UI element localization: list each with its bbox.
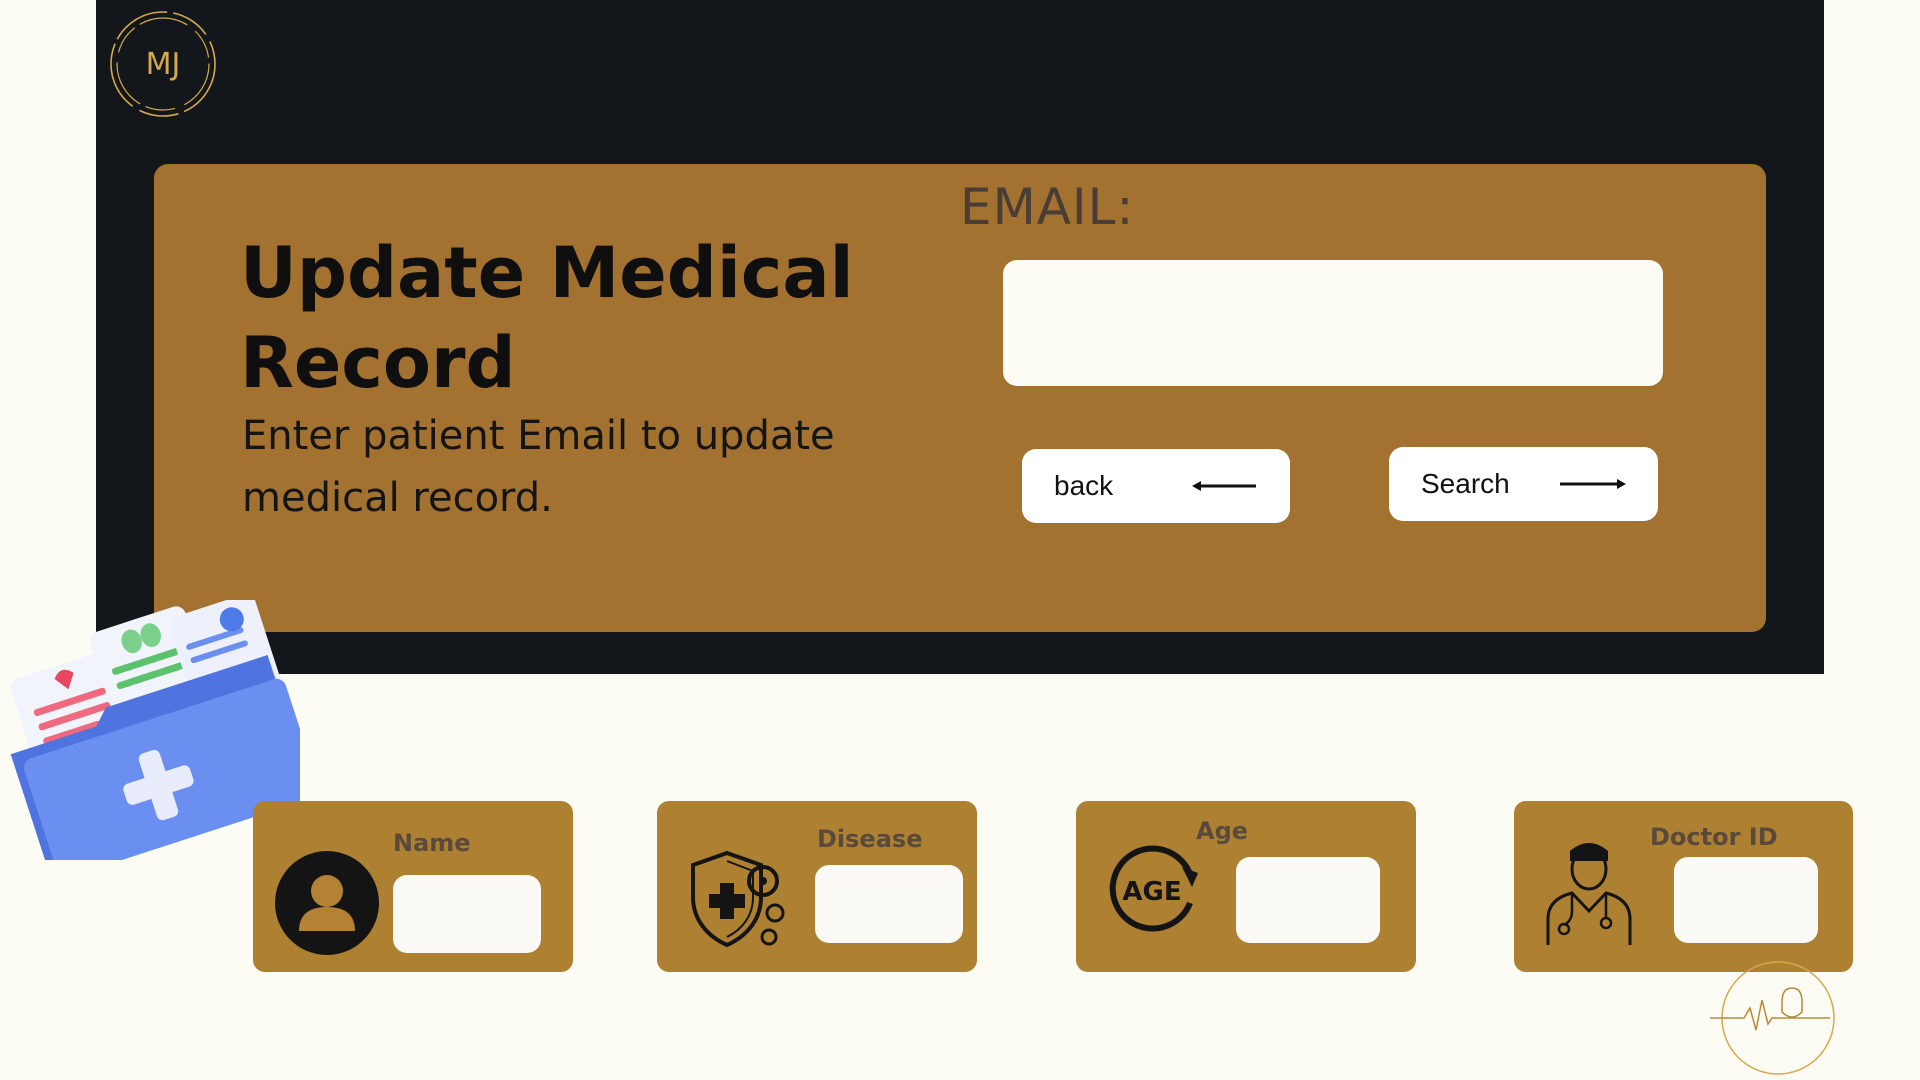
user-avatar-icon xyxy=(275,851,379,955)
disease-input[interactable] xyxy=(815,865,963,943)
age-icon-text: AGE xyxy=(1122,877,1181,907)
doctor-icon xyxy=(1546,843,1632,945)
age-card: AGE Age xyxy=(1076,801,1416,972)
disease-card: Disease xyxy=(657,801,977,972)
back-button-label: back xyxy=(1054,470,1114,501)
age-cycle-icon: AGE xyxy=(1109,845,1198,932)
doctor-id-input[interactable] xyxy=(1674,857,1818,943)
name-card: Name xyxy=(253,801,573,972)
disease-label: Disease xyxy=(817,825,923,853)
back-button[interactable]: back xyxy=(1022,449,1290,523)
medical-corner-logo xyxy=(1710,961,1835,1075)
arrow-left-icon xyxy=(1192,481,1256,491)
search-button[interactable]: Search xyxy=(1389,447,1658,521)
arrow-right-icon xyxy=(1560,479,1626,489)
name-input[interactable] xyxy=(393,875,541,953)
search-button-label: Search xyxy=(1421,468,1510,499)
age-input[interactable] xyxy=(1236,857,1380,943)
doctor-id-card: Doctor ID xyxy=(1514,801,1853,972)
virus-shield-icon xyxy=(691,850,785,948)
page-title: Update Medical Record xyxy=(240,232,854,404)
mj-logo: MJ xyxy=(110,11,216,117)
name-label: Name xyxy=(393,829,471,857)
doctor-id-label: Doctor ID xyxy=(1650,823,1778,851)
page-subtitle: Enter patient Email to update medical re… xyxy=(242,413,835,521)
logo-text: MJ xyxy=(146,47,181,82)
email-input[interactable] xyxy=(1003,260,1663,386)
age-label: Age xyxy=(1196,817,1249,845)
email-label: EMAIL: xyxy=(960,178,1135,236)
